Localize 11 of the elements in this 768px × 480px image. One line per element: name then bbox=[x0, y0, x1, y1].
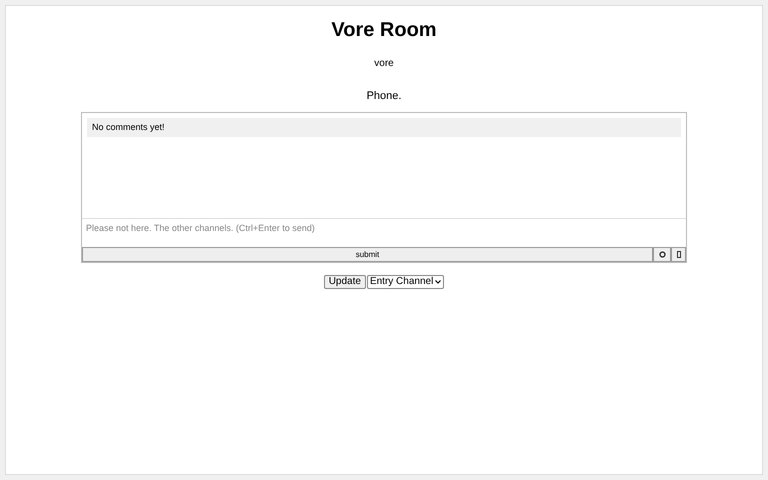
settings-button[interactable] bbox=[653, 247, 671, 262]
room-subtitle: vore bbox=[374, 58, 394, 70]
channel-select[interactable]: Entry Channel bbox=[366, 275, 444, 289]
submit-button[interactable]: submit bbox=[82, 247, 653, 262]
empty-message: No comments yet! bbox=[87, 118, 681, 137]
box-icon bbox=[676, 251, 680, 258]
chevron-down-icon bbox=[435, 280, 442, 284]
room-description: Phone. bbox=[366, 89, 402, 103]
toggle-button[interactable] bbox=[671, 247, 686, 262]
update-button[interactable]: Update bbox=[324, 275, 366, 289]
page-title: Vore Room bbox=[331, 18, 437, 42]
